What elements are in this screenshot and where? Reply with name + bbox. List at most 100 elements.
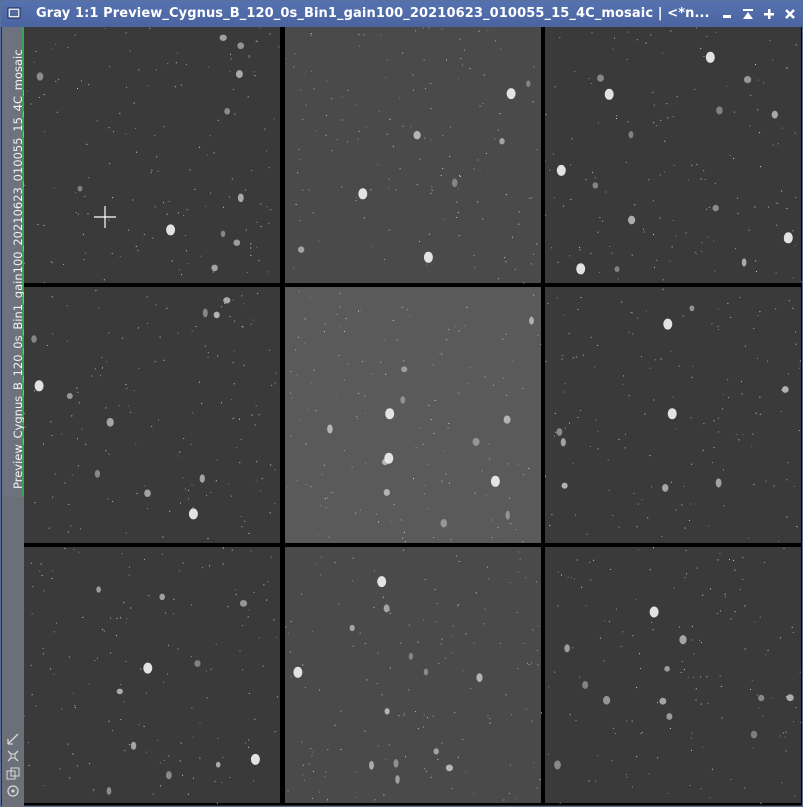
noise-speck bbox=[245, 229, 247, 231]
noise-speck bbox=[458, 188, 459, 190]
noise-speck bbox=[159, 762, 161, 764]
noise-speck bbox=[701, 642, 702, 643]
noise-speck bbox=[430, 192, 432, 194]
noise-speck bbox=[622, 383, 624, 385]
noise-speck bbox=[794, 795, 796, 797]
noise-speck bbox=[92, 791, 94, 793]
preview-tab[interactable]: Preview_Cygnus_B_120_0s_Bin1_gain100_202… bbox=[2, 27, 25, 497]
noise-speck bbox=[735, 434, 737, 436]
zoom-fit-icon[interactable] bbox=[6, 749, 20, 763]
clone-view-icon[interactable] bbox=[6, 767, 20, 781]
noise-speck bbox=[31, 613, 33, 615]
noise-speck bbox=[91, 375, 93, 377]
noise-speck bbox=[70, 525, 72, 527]
noise-speck bbox=[308, 763, 310, 765]
noise-speck bbox=[389, 118, 391, 120]
noise-speck bbox=[285, 58, 287, 60]
noise-speck bbox=[270, 464, 272, 466]
noise-speck bbox=[575, 514, 576, 516]
noise-speck bbox=[751, 445, 753, 447]
noise-speck bbox=[377, 164, 379, 166]
noise-speck bbox=[385, 373, 387, 375]
noise-speck bbox=[165, 612, 167, 614]
mosaic-image[interactable] bbox=[24, 27, 802, 805]
noise-speck bbox=[207, 538, 209, 539]
noise-speck bbox=[112, 730, 114, 732]
noise-speck bbox=[357, 138, 359, 140]
noise-speck bbox=[573, 578, 575, 580]
image-viewport[interactable] bbox=[24, 27, 802, 805]
noise-speck bbox=[268, 349, 270, 351]
noise-speck bbox=[672, 396, 674, 398]
noise-speck bbox=[716, 613, 718, 614]
noise-speck bbox=[125, 660, 127, 662]
star bbox=[503, 415, 511, 424]
noise-speck bbox=[191, 330, 193, 332]
noise-speck bbox=[718, 329, 719, 331]
noise-speck bbox=[430, 82, 432, 84]
noise-speck bbox=[773, 485, 775, 487]
noise-speck bbox=[332, 491, 334, 493]
noise-speck bbox=[726, 85, 728, 87]
noise-speck bbox=[121, 553, 123, 555]
noise-speck bbox=[266, 271, 268, 273]
noise-speck bbox=[215, 480, 217, 482]
noise-speck bbox=[180, 502, 181, 504]
noise-speck bbox=[545, 214, 547, 216]
noise-speck bbox=[351, 466, 353, 468]
fit-view-icon[interactable] bbox=[6, 732, 20, 746]
noise-speck bbox=[686, 573, 688, 575]
noise-speck bbox=[648, 179, 650, 181]
noise-speck bbox=[650, 34, 652, 36]
noise-speck bbox=[700, 47, 702, 49]
noise-speck bbox=[767, 649, 769, 651]
noise-speck bbox=[548, 686, 550, 688]
noise-speck bbox=[579, 676, 580, 678]
star bbox=[199, 474, 205, 483]
noise-speck bbox=[607, 459, 609, 461]
noise-speck bbox=[138, 724, 140, 726]
noise-speck bbox=[755, 271, 757, 272]
noise-speck bbox=[351, 580, 353, 582]
shade-button[interactable] bbox=[740, 6, 756, 22]
noise-speck bbox=[336, 139, 338, 140]
noise-speck bbox=[440, 643, 442, 645]
window-titlebar[interactable]: Gray 1:1 Preview_Cygnus_B_120_0s_Bin1_ga… bbox=[1, 1, 802, 27]
close-button[interactable] bbox=[782, 6, 798, 22]
noise-speck bbox=[443, 450, 445, 452]
noise-speck bbox=[82, 616, 84, 618]
maximize-button[interactable] bbox=[761, 6, 777, 22]
noise-speck bbox=[700, 676, 701, 678]
minimize-button[interactable] bbox=[719, 6, 735, 22]
noise-speck bbox=[312, 212, 314, 214]
noise-speck bbox=[738, 439, 740, 441]
noise-speck bbox=[675, 509, 677, 511]
noise-speck bbox=[77, 88, 78, 89]
noise-speck bbox=[177, 648, 179, 650]
noise-speck bbox=[261, 478, 263, 480]
noise-speck bbox=[497, 129, 499, 131]
noise-speck bbox=[236, 447, 238, 449]
noise-speck bbox=[713, 240, 715, 242]
view-options-icon[interactable] bbox=[6, 784, 20, 798]
app-icon[interactable] bbox=[7, 6, 21, 20]
noise-speck bbox=[32, 586, 34, 588]
noise-speck bbox=[347, 141, 348, 143]
noise-speck bbox=[150, 172, 152, 174]
noise-speck bbox=[690, 503, 692, 505]
noise-speck bbox=[334, 724, 336, 726]
noise-speck bbox=[74, 707, 76, 709]
noise-speck bbox=[227, 606, 229, 608]
star bbox=[384, 708, 390, 715]
noise-speck bbox=[669, 260, 671, 262]
noise-speck bbox=[514, 269, 516, 270]
star bbox=[786, 694, 794, 702]
star bbox=[679, 635, 687, 645]
noise-speck bbox=[233, 383, 235, 385]
noise-speck bbox=[631, 312, 633, 314]
noise-speck bbox=[186, 209, 188, 211]
noise-speck bbox=[163, 202, 164, 204]
noise-speck bbox=[702, 449, 704, 451]
noise-speck bbox=[33, 61, 35, 63]
noise-speck bbox=[217, 355, 219, 357]
